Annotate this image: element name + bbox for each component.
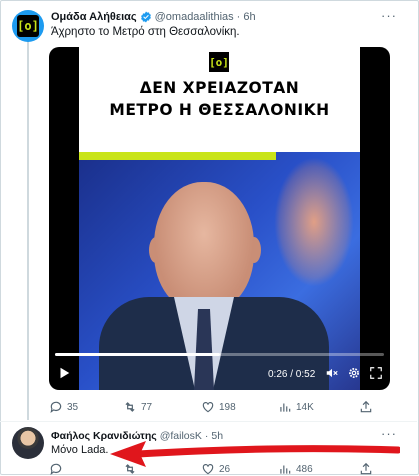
volume-muted-icon[interactable] bbox=[325, 366, 339, 380]
heart-icon bbox=[202, 402, 214, 413]
share-button[interactable] bbox=[359, 400, 373, 414]
video-progress-bar[interactable] bbox=[55, 353, 384, 356]
annotation-arrow bbox=[110, 441, 400, 467]
studio-light bbox=[274, 157, 354, 287]
avatar[interactable] bbox=[12, 427, 44, 459]
reply-icon bbox=[50, 463, 62, 476]
reply-button[interactable]: 35 bbox=[49, 400, 78, 414]
tweet-text: Άχρηστο το Μετρό στη Θεσσαλονίκη. bbox=[51, 26, 240, 38]
tweet-header: Ομάδα Αλήθειας @omadaalithias · 6h bbox=[51, 11, 256, 23]
play-icon[interactable] bbox=[57, 366, 71, 380]
tweet-divider bbox=[0, 421, 417, 422]
fullscreen-icon[interactable] bbox=[369, 366, 383, 380]
reply-icon bbox=[50, 401, 62, 414]
views-count: 14K bbox=[296, 401, 314, 413]
gear-icon[interactable] bbox=[347, 366, 361, 380]
author-handle[interactable]: @omadaalithias bbox=[155, 11, 234, 23]
avatar[interactable]: [ο] bbox=[12, 10, 44, 42]
thread-connector-line bbox=[27, 40, 29, 420]
like-button[interactable]: 198 bbox=[201, 400, 236, 414]
author-name[interactable]: Ομάδα Αλήθειας bbox=[51, 11, 137, 23]
video-time-readout: 0:26 / 0:52 bbox=[268, 369, 316, 380]
reply-count: 35 bbox=[67, 401, 79, 413]
video-brand-logo: [ο] bbox=[209, 52, 229, 72]
timestamp[interactable]: 6h bbox=[243, 11, 255, 23]
like-count: 198 bbox=[219, 401, 236, 413]
share-icon bbox=[360, 400, 372, 413]
video-caption-line-2: ΜΕΤΡΟ Η ΘΕΣΣΑΛΟΝΙΚΗ bbox=[109, 101, 330, 119]
video-player[interactable]: [ο] ΔΕΝ ΧΡΕΙΑΖΟΤΑΝ ΜΕΤΡΟ Η ΘΕΣΣΑΛΟΝΙΚΗ 0… bbox=[49, 47, 390, 390]
views-button[interactable]: 14K bbox=[278, 400, 314, 414]
video-caption-line-1: ΔΕΝ ΧΡΕΙΑΖΟΤΑΝ bbox=[139, 79, 300, 97]
verified-badge-icon bbox=[140, 11, 151, 23]
separator-dot: · bbox=[236, 11, 241, 23]
accent-stripe bbox=[79, 152, 276, 160]
views-icon bbox=[280, 403, 291, 412]
video-frame: [ο] ΔΕΝ ΧΡΕΙΑΖΟΤΑΝ ΜΕΤΡΟ Η ΘΕΣΣΑΛΟΝΙΚΗ bbox=[79, 47, 360, 390]
retweet-count: 77 bbox=[141, 401, 153, 413]
retweet-button[interactable]: 77 bbox=[123, 400, 152, 414]
speaker-head bbox=[154, 182, 254, 312]
video-progress-fill bbox=[55, 353, 220, 356]
tweet-text: Μόνο Lada. bbox=[51, 444, 109, 456]
more-options-icon[interactable]: ··· bbox=[381, 8, 397, 23]
retweet-icon bbox=[125, 402, 135, 412]
reply-button[interactable] bbox=[49, 462, 63, 476]
brand-logo: [ο] bbox=[17, 15, 39, 37]
